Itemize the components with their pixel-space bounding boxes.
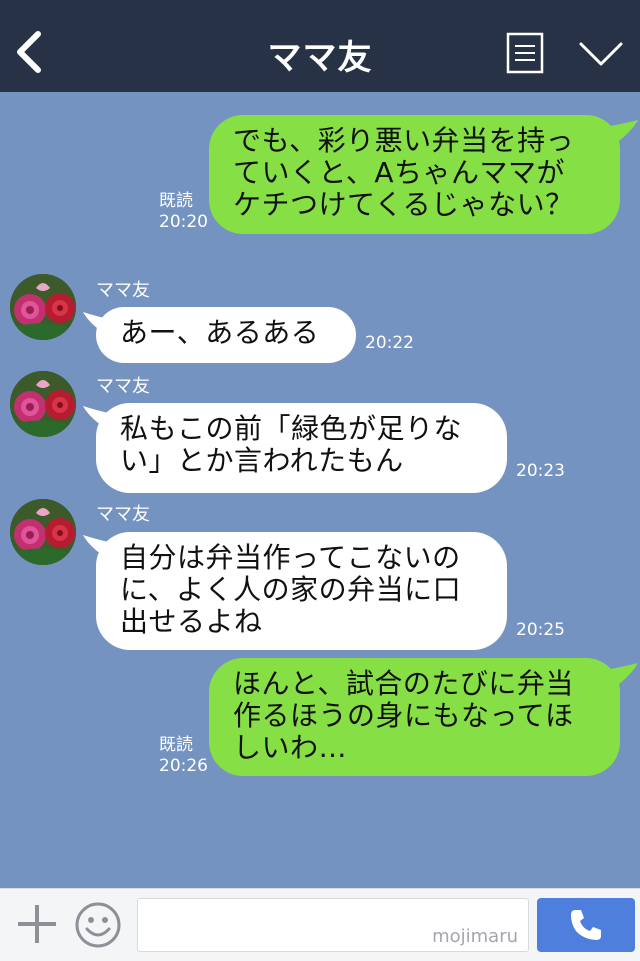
message-bubble-incoming[interactable]: 自分は弁当作ってこないの に、よく人の家の弁当に口 出せるよね <box>96 532 507 650</box>
rose-avatar-icon <box>10 499 76 565</box>
message-line: でも、彩り悪い弁当を持っ <box>233 124 575 157</box>
message-line: 私もこの前「緑色が足りな <box>120 412 463 445</box>
message-line: 自分は弁当作ってこないの <box>120 541 461 574</box>
chevron-left-icon[interactable] <box>12 30 46 74</box>
avatar[interactable] <box>10 274 76 340</box>
chat-title: ママ友 <box>267 38 373 78</box>
message-line: に、よく人の家の弁当に口 <box>120 573 462 606</box>
message-line: 作るほうの身にもなってほ <box>233 699 574 732</box>
message-time: 20:25 <box>516 620 565 640</box>
message-line: ていくと、Aちゃんママが <box>233 156 566 189</box>
message-time: 20:20 <box>159 212 208 232</box>
chat-area[interactable]: でも、彩り悪い弁当を持っ ていくと、Aちゃんママが ケチつけてくるじゃない？ 既… <box>0 92 640 888</box>
sender-name: ママ友 <box>96 376 150 397</box>
avatar[interactable] <box>10 499 76 565</box>
sender-name: ママ友 <box>96 504 150 525</box>
memo-icon[interactable] <box>506 32 544 74</box>
message-bubble-incoming[interactable]: 私もこの前「緑色が足りな い」とか言われたもん <box>96 403 507 493</box>
message-line: い」とか言われたもん <box>120 444 404 477</box>
message-input[interactable]: mojimaru <box>137 898 529 952</box>
message-line: ほんと、試合のたびに弁当 <box>233 667 574 700</box>
message-meta: 既読 20:26 <box>159 735 208 777</box>
emoji-icon[interactable] <box>74 901 122 949</box>
message-bubble-outgoing[interactable]: ほんと、試合のたびに弁当 作るほうの身にもなってほ しいわ… <box>209 658 620 776</box>
read-receipt: 既読 <box>159 191 193 211</box>
message-time: 20:26 <box>159 756 208 776</box>
input-bar: mojimaru <box>0 888 640 961</box>
message-time: 20:23 <box>516 461 565 481</box>
message-time: 20:22 <box>365 333 414 353</box>
message-bubble-incoming[interactable]: あー、あるある <box>96 307 356 363</box>
message-bubble-outgoing[interactable]: でも、彩り悪い弁当を持っ ていくと、Aちゃんママが ケチつけてくるじゃない？ <box>209 115 620 234</box>
message-line: しいわ… <box>233 731 348 764</box>
message-line: あー、あるある <box>120 316 320 349</box>
watermark: mojimaru <box>432 926 518 947</box>
rose-avatar-icon <box>10 371 76 437</box>
chevron-down-icon[interactable] <box>578 40 624 68</box>
read-receipt: 既読 <box>159 735 193 755</box>
message-line: ケチつけてくるじゃない？ <box>233 188 574 221</box>
call-button[interactable] <box>537 898 635 952</box>
rose-avatar-icon <box>10 274 76 340</box>
header-bar: ママ友 <box>0 0 640 92</box>
phone-icon <box>571 910 601 940</box>
message-line: 出せるよね <box>120 605 263 638</box>
plus-icon[interactable] <box>14 901 60 947</box>
message-meta: 既読 20:20 <box>159 191 208 233</box>
avatar[interactable] <box>10 371 76 437</box>
sender-name: ママ友 <box>96 280 150 301</box>
